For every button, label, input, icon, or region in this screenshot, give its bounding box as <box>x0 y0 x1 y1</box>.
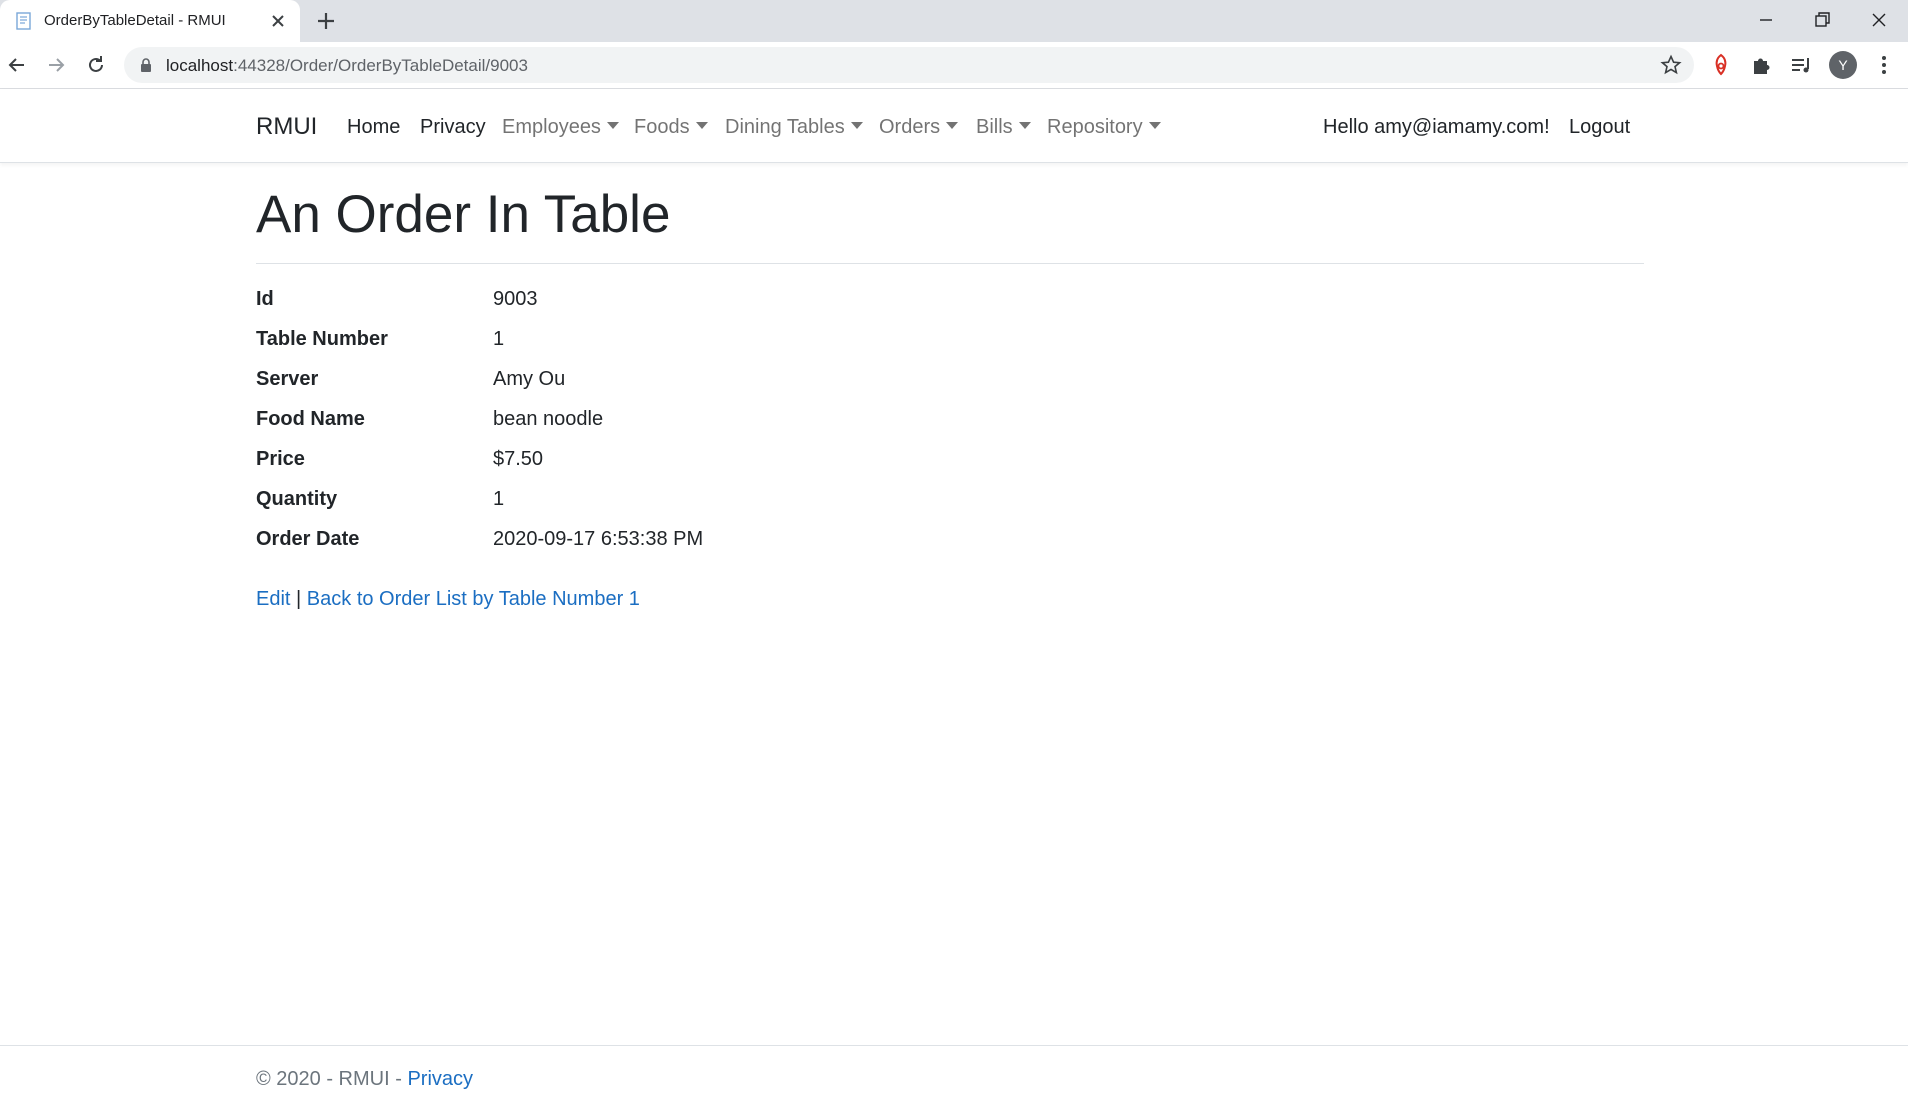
nav-dining-tables-dropdown[interactable]: Dining Tables <box>725 116 863 139</box>
field-label-table-number: Table Number <box>256 328 388 350</box>
nav-home[interactable]: Home <box>347 116 400 139</box>
browser-toolbar: localhost:44328/Order/OrderByTableDetail… <box>0 42 1908 89</box>
nav-orders-dropdown[interactable]: Orders <box>879 116 959 139</box>
field-label-order-date: Order Date <box>256 528 360 550</box>
action-links: Edit | Back to Order List by Table Numbe… <box>256 588 640 611</box>
address-bar[interactable]: localhost:44328/Order/OrderByTableDetail… <box>124 47 1694 83</box>
caret-down-icon <box>850 122 863 129</box>
copyright-text: © 2020 - RMUI - <box>256 1068 408 1090</box>
site-footer: © 2020 - RMUI - Privacy <box>0 1045 1908 1109</box>
caret-down-icon <box>1018 122 1031 129</box>
caret-down-icon <box>1148 122 1161 129</box>
back-arrow-icon[interactable] <box>5 53 29 77</box>
link-separator: | <box>296 588 302 610</box>
lock-icon[interactable] <box>138 57 154 73</box>
browser-tab[interactable]: OrderByTableDetail - RMUI <box>0 0 300 42</box>
nav-repository-dropdown[interactable]: Repository <box>1047 116 1161 139</box>
minimize-icon[interactable] <box>1753 7 1779 33</box>
forward-arrow-icon[interactable] <box>44 53 68 77</box>
restore-icon[interactable] <box>1809 7 1835 33</box>
field-label-price: Price <box>256 448 305 470</box>
extensions-puzzle-icon[interactable] <box>1748 52 1774 78</box>
divider <box>256 263 1644 264</box>
field-value-food-name: bean noodle <box>493 408 604 430</box>
page-title: An Order In Table <box>256 185 671 244</box>
reload-icon[interactable] <box>84 53 108 77</box>
close-window-icon[interactable] <box>1866 7 1892 33</box>
caret-down-icon <box>606 122 619 129</box>
site-navbar: RMUI Home Privacy Employees Foods Dining… <box>0 89 1908 163</box>
field-label-quantity: Quantity <box>256 488 338 510</box>
footer-privacy-link[interactable]: Privacy <box>407 1068 473 1090</box>
edit-link[interactable]: Edit <box>256 588 290 610</box>
field-value-id: 9003 <box>493 288 538 310</box>
field-label-food-name: Food Name <box>256 408 365 430</box>
nav-foods-dropdown[interactable]: Foods <box>634 116 708 139</box>
web-page: RMUI Home Privacy Employees Foods Dining… <box>0 89 1908 1109</box>
bookmark-star-icon[interactable] <box>1660 54 1682 76</box>
nav-bills-dropdown[interactable]: Bills <box>976 116 1031 139</box>
field-value-quantity: 1 <box>493 488 505 510</box>
field-value-price: $7.50 <box>493 448 544 470</box>
close-tab-icon[interactable] <box>268 11 288 31</box>
brand-link[interactable]: RMUI <box>256 113 317 141</box>
nav-orders-label: Orders <box>879 116 941 138</box>
media-control-icon[interactable] <box>1788 52 1814 78</box>
extension-shield-icon[interactable] <box>1708 52 1734 78</box>
nav-privacy[interactable]: Privacy <box>420 116 486 139</box>
nav-dining-tables-label: Dining Tables <box>725 116 845 138</box>
field-label-server: Server <box>256 368 319 390</box>
nav-repository-label: Repository <box>1047 116 1143 138</box>
browser-tabstrip: OrderByTableDetail - RMUI <box>0 0 1908 42</box>
nav-employees-label: Employees <box>502 116 601 138</box>
user-greeting-link[interactable]: Hello amy@iamamy.com! <box>1323 116 1550 139</box>
profile-avatar[interactable]: Y <box>1829 51 1857 79</box>
field-value-order-date: 2020-09-17 6:53:38 PM <box>493 528 704 550</box>
field-value-table-number: 1 <box>493 328 505 350</box>
footer-text: © 2020 - RMUI - Privacy <box>256 1068 473 1091</box>
chrome-menu-icon[interactable] <box>1871 52 1897 78</box>
new-tab-icon[interactable] <box>314 9 338 33</box>
nav-foods-label: Foods <box>634 116 690 138</box>
nav-employees-dropdown[interactable]: Employees <box>502 116 619 139</box>
url-text: localhost:44328/Order/OrderByTableDetail… <box>166 56 528 75</box>
caret-down-icon <box>695 122 708 129</box>
field-label-id: Id <box>256 288 274 310</box>
logout-link[interactable]: Logout <box>1569 116 1630 139</box>
field-value-server: Amy Ou <box>493 368 566 390</box>
page-favicon-icon <box>16 12 31 30</box>
tab-title: OrderByTableDetail - RMUI <box>44 12 226 29</box>
caret-down-icon <box>946 122 959 129</box>
back-to-list-link[interactable]: Back to Order List by Table Number 1 <box>307 588 640 610</box>
nav-bills-label: Bills <box>976 116 1013 138</box>
